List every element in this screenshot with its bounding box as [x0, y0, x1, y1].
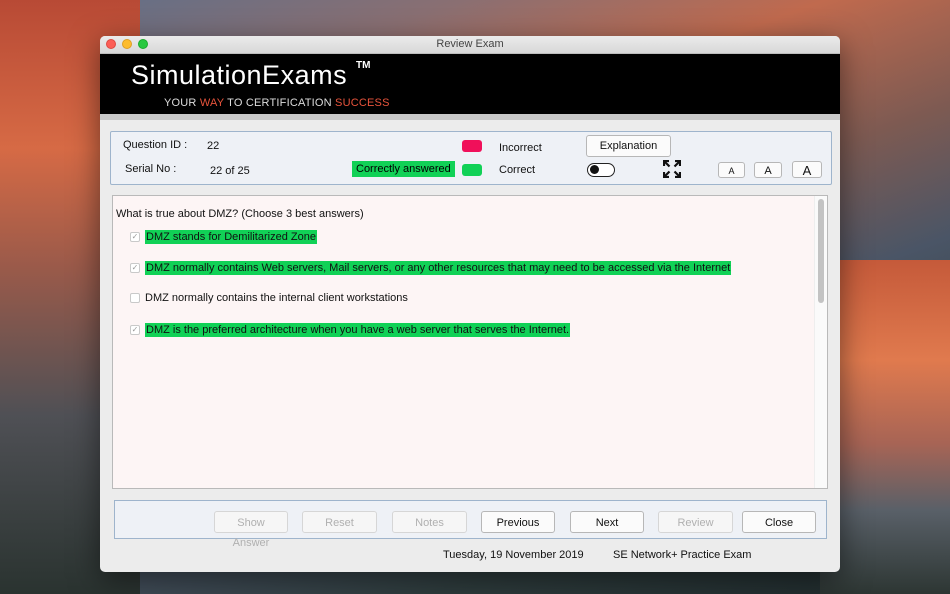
option-1-checkbox[interactable]: ✓: [130, 232, 140, 242]
option-4-checkbox[interactable]: ✓: [130, 325, 140, 335]
option-3-text: DMZ normally contains the internal clien…: [145, 292, 408, 304]
minimize-window-button[interactable]: [122, 39, 132, 49]
close-button[interactable]: Close: [742, 511, 816, 533]
question-text: What is true about DMZ? (Choose 3 best a…: [116, 208, 364, 220]
correct-legend-swatch: [462, 164, 482, 176]
question-scrollbar[interactable]: [814, 196, 827, 488]
scrollbar-thumb[interactable]: [818, 199, 824, 303]
explanation-button[interactable]: Explanation: [586, 135, 671, 157]
banner-divider: [100, 114, 840, 120]
correct-legend-label: Correct: [499, 164, 536, 176]
zoom-window-button[interactable]: [138, 39, 148, 49]
option-2[interactable]: ✓ DMZ normally contains Web servers, Mai…: [130, 261, 732, 275]
close-window-button[interactable]: [106, 39, 116, 49]
brand-banner: SimulationExams TM YOUR WAY TO CERTIFICA…: [100, 54, 840, 114]
incorrect-legend-swatch: [462, 140, 482, 152]
option-1-text: DMZ stands for Demilitarized Zone: [145, 230, 317, 244]
brand-tagline: YOUR WAY TO CERTIFICATION SUCCESS: [164, 97, 390, 109]
window-title: Review Exam: [436, 38, 504, 50]
question-id-value: 22: [207, 140, 220, 152]
font-size-large-button[interactable]: A: [792, 161, 822, 178]
serial-no-value: 22 of 25: [210, 165, 250, 177]
next-button[interactable]: Next: [570, 511, 644, 533]
trademark-mark: TM: [356, 60, 371, 71]
option-1[interactable]: ✓ DMZ stands for Demilitarized Zone: [130, 230, 317, 244]
navigation-panel: Show Answer Reset Notes Previous Next Re…: [114, 500, 827, 549]
font-size-small-button[interactable]: A: [718, 162, 745, 178]
option-3-checkbox[interactable]: [130, 293, 140, 303]
option-3[interactable]: DMZ normally contains the internal clien…: [130, 292, 408, 304]
explanation-toggle[interactable]: [587, 163, 615, 177]
option-2-text: DMZ normally contains Web servers, Mail …: [145, 261, 732, 275]
footer-exam-name: SE Network+ Practice Exam: [613, 549, 752, 561]
fullscreen-icon[interactable]: [663, 160, 681, 178]
question-info-panel: Question ID : 22 Serial No : 22 of 25 Co…: [110, 131, 832, 185]
review-exam-window: Review Exam SimulationExams TM YOUR WAY …: [100, 36, 840, 572]
serial-no-label: Serial No :: [125, 163, 177, 175]
font-size-medium-button[interactable]: A: [754, 162, 782, 178]
brand-logo: SimulationExams: [131, 60, 348, 90]
review-button[interactable]: Review: [658, 511, 733, 533]
previous-button[interactable]: Previous: [481, 511, 555, 533]
answer-status-badge: Correctly answered: [352, 161, 455, 177]
title-bar: Review Exam: [100, 36, 840, 54]
footer-date: Tuesday, 19 November 2019: [443, 549, 584, 561]
reset-button[interactable]: Reset: [302, 511, 377, 533]
option-4-text: DMZ is the preferred architecture when y…: [145, 323, 571, 337]
question-id-label: Question ID :: [123, 139, 188, 151]
incorrect-legend-label: Incorrect: [499, 142, 542, 154]
option-2-checkbox[interactable]: ✓: [130, 263, 140, 273]
question-area: What is true about DMZ? (Choose 3 best a…: [112, 195, 828, 489]
show-answer-button[interactable]: Show Answer: [214, 511, 288, 549]
option-4[interactable]: ✓ DMZ is the preferred architecture when…: [130, 323, 571, 337]
notes-button[interactable]: Notes: [392, 511, 467, 533]
